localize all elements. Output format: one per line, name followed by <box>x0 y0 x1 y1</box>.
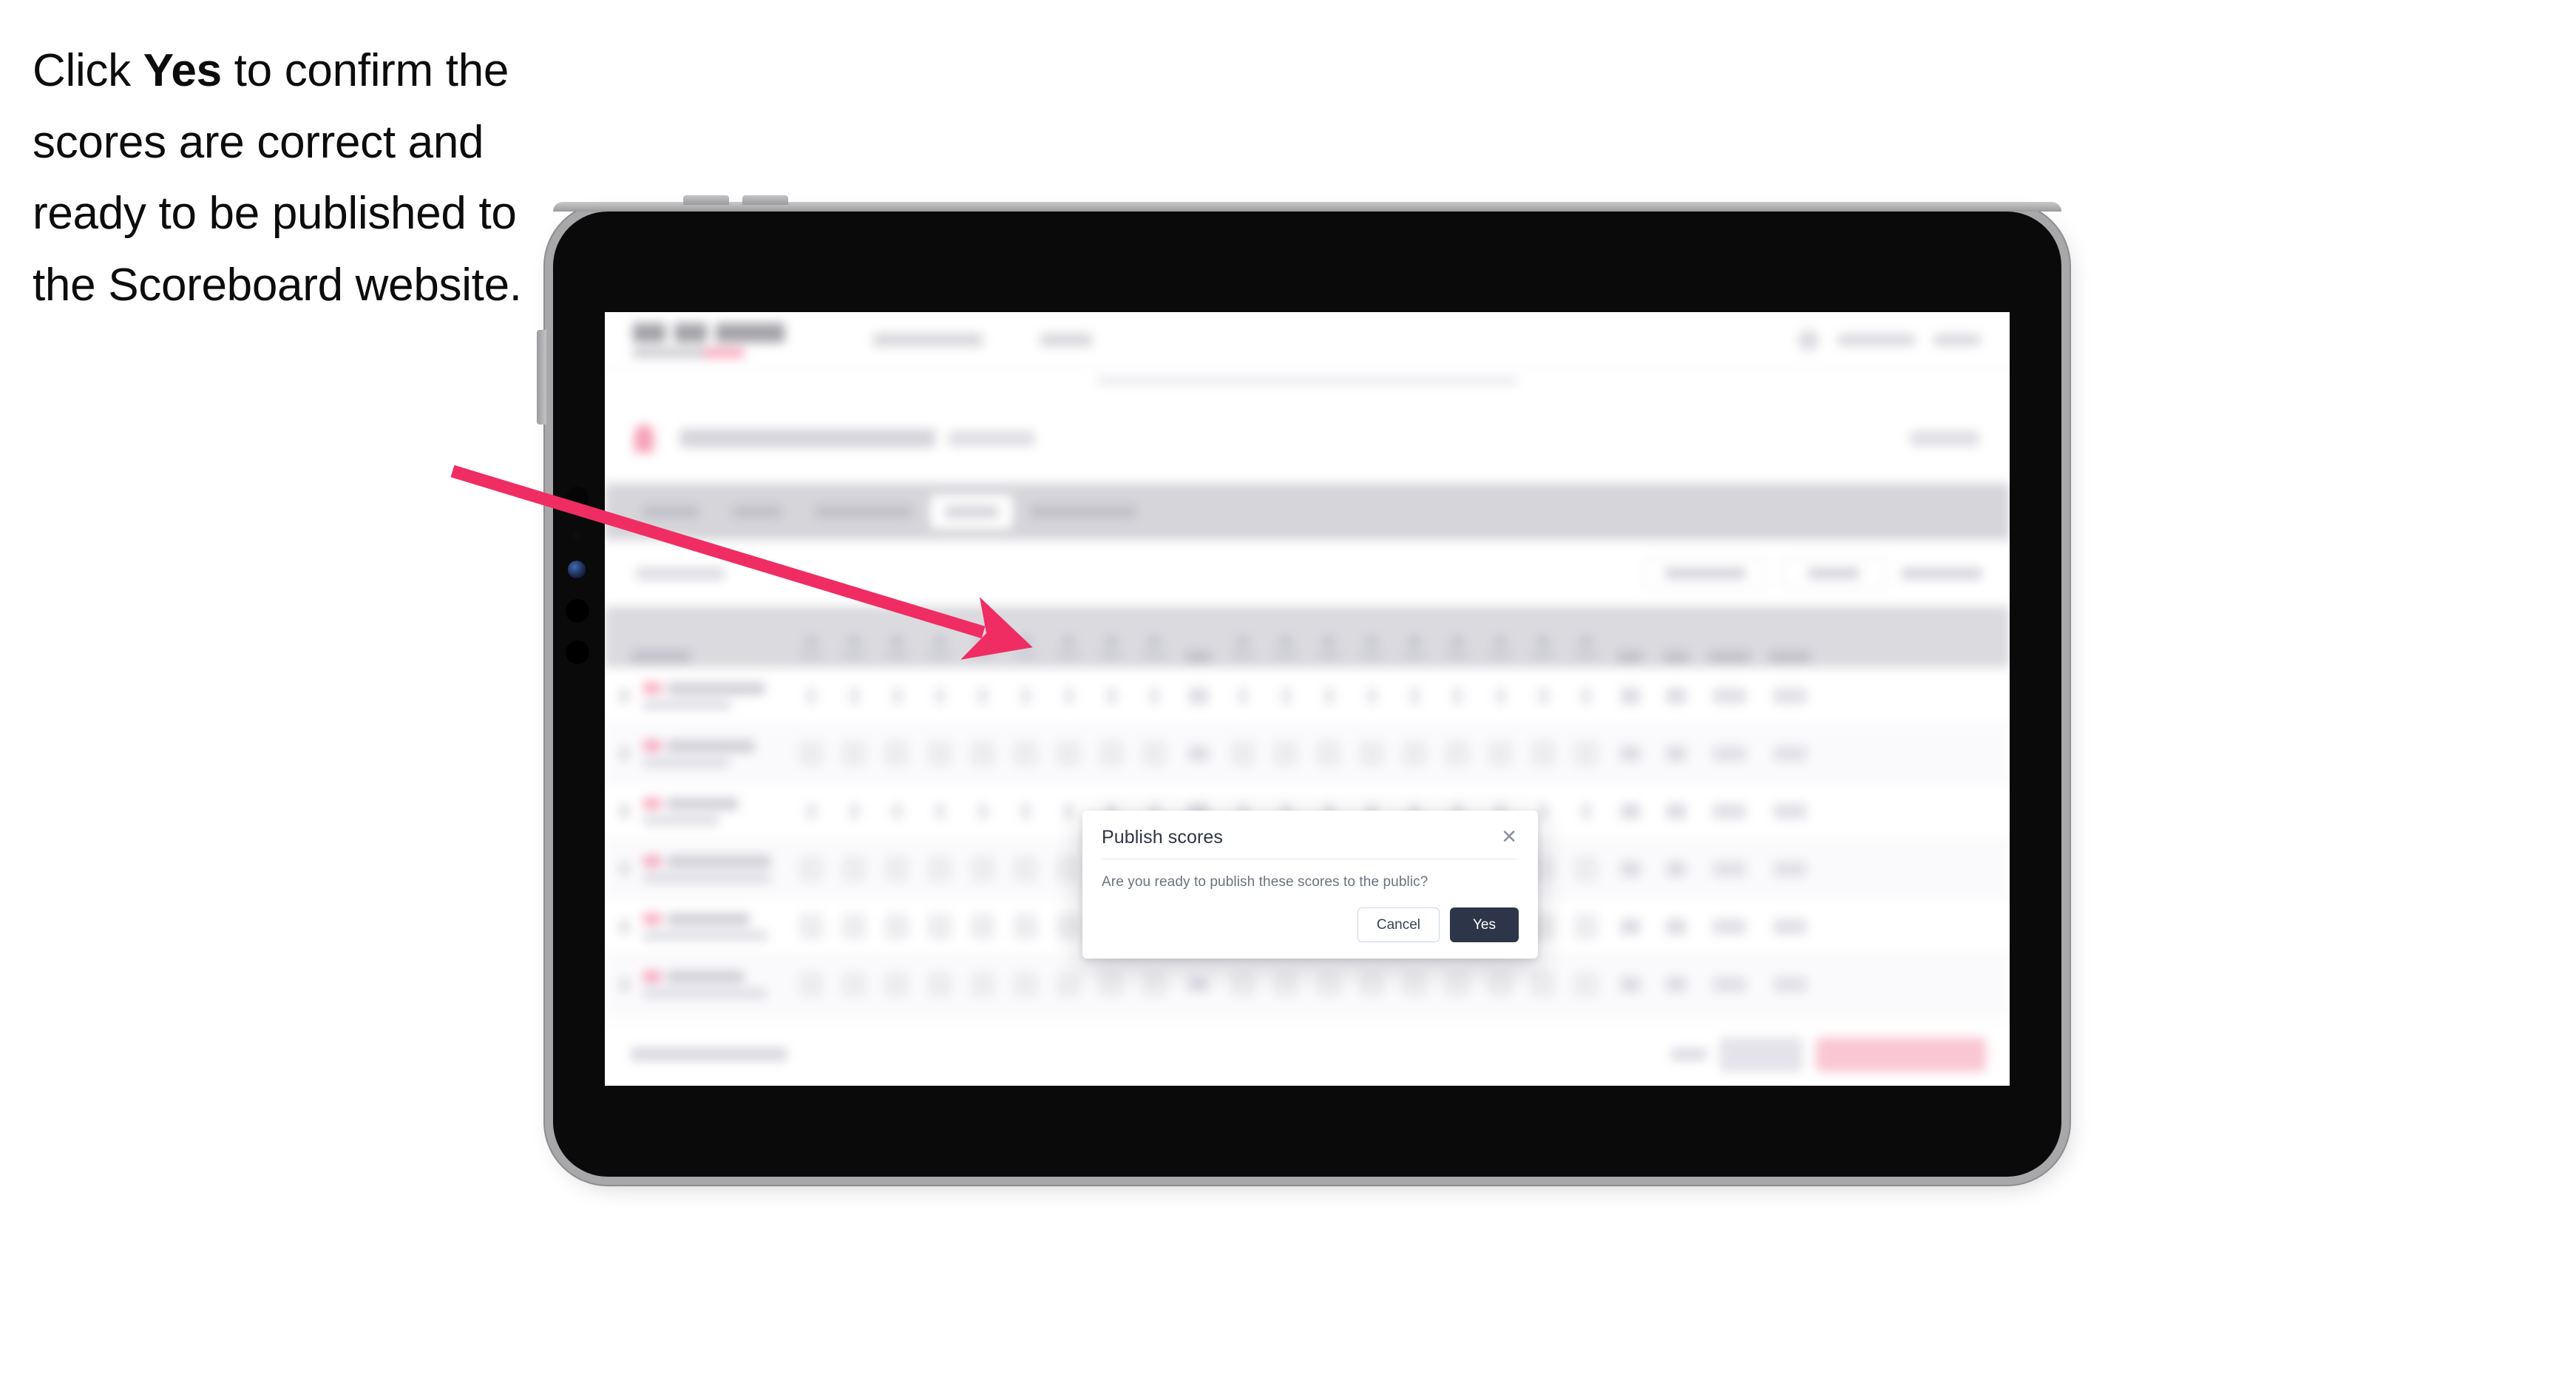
caption-before: Click <box>33 45 143 96</box>
volume-down-button[interactable] <box>742 195 788 205</box>
dialog-actions: Cancel Yes <box>1357 907 1519 942</box>
dialog-title: Publish scores <box>1102 827 1223 848</box>
speaker-hole-icon <box>566 599 589 623</box>
tablet-device: Publish scores ✕ Are you ready to publis… <box>537 195 2061 1177</box>
lens-sensor-icon <box>568 561 586 578</box>
close-icon[interactable]: ✕ <box>1499 827 1519 846</box>
tablet-screen: Publish scores ✕ Are you ready to publis… <box>605 312 2010 1086</box>
instruction-caption: Click Yes to confirm the scores are corr… <box>33 36 580 322</box>
cancel-button[interactable]: Cancel <box>1357 907 1440 942</box>
caption-emphasis: Yes <box>143 45 222 96</box>
publish-scores-dialog: Publish scores ✕ Are you ready to publis… <box>1082 811 1538 959</box>
screenshot-root: Click Yes to confirm the scores are corr… <box>0 0 2576 1386</box>
speaker-hole-icon <box>566 640 589 664</box>
ambient-sensor-icon <box>573 533 580 539</box>
dialog-message: Are you ready to publish these scores to… <box>1102 874 1428 890</box>
power-button[interactable] <box>537 330 546 425</box>
confirm-yes-button[interactable]: Yes <box>1450 907 1519 942</box>
front-camera-icon <box>566 487 589 509</box>
volume-up-button[interactable] <box>683 195 729 205</box>
dialog-header: Publish scores ✕ <box>1102 827 1519 859</box>
modal-scrim[interactable] <box>605 312 2010 1086</box>
